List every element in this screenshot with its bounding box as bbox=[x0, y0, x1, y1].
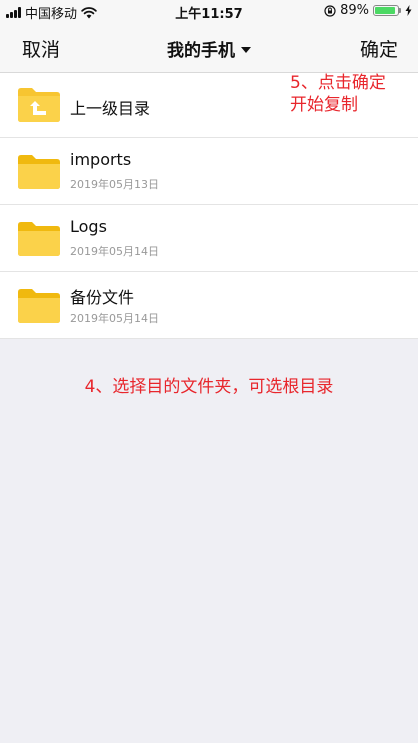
location-dropdown[interactable]: 我的手机 bbox=[167, 36, 251, 61]
status-bar: 中国移动 上午11:57 89% bbox=[0, 0, 418, 22]
file-picker-screen: 中国移动 上午11:57 89% 取消 我的手机 确定 上一级目录 import… bbox=[0, 0, 418, 743]
battery-icon bbox=[373, 5, 401, 16]
status-right: 89% bbox=[324, 3, 412, 18]
nav-title: 我的手机 bbox=[167, 41, 235, 61]
nav-bar: 取消 我的手机 确定 bbox=[0, 22, 418, 73]
folder-date: 2019年05月13日 bbox=[70, 178, 159, 191]
confirm-button[interactable]: 确定 bbox=[360, 35, 398, 62]
parent-directory-label: 上一级目录 bbox=[70, 99, 151, 118]
charging-icon bbox=[405, 5, 412, 16]
step5-line1: 5、点击确定 bbox=[290, 73, 386, 93]
folder-name: imports bbox=[70, 150, 132, 169]
folder-row[interactable]: 备份文件 2019年05月14日 bbox=[0, 272, 418, 339]
folder-row[interactable]: Logs 2019年05月14日 bbox=[0, 205, 418, 272]
caret-down-icon bbox=[241, 46, 251, 53]
folder-up-icon bbox=[18, 88, 60, 122]
step5-annotation: 5、点击确定 开始复制 bbox=[290, 72, 408, 116]
folder-icon bbox=[18, 289, 60, 323]
folder-row[interactable]: imports 2019年05月13日 bbox=[0, 138, 418, 205]
folder-date: 2019年05月14日 bbox=[70, 312, 159, 325]
nav-title-wrapper: 我的手机 bbox=[0, 36, 418, 61]
battery-fill bbox=[375, 7, 395, 14]
folder-icon bbox=[18, 222, 60, 256]
folder-name: Logs bbox=[70, 217, 107, 236]
folder-icon bbox=[18, 155, 60, 189]
orientation-lock-icon bbox=[324, 4, 336, 17]
battery-percent: 89% bbox=[340, 3, 369, 18]
folder-date: 2019年05月14日 bbox=[70, 245, 159, 258]
folder-name: 备份文件 bbox=[70, 288, 135, 307]
step4-annotation: 4、选择目的文件夹，可选根目录 bbox=[84, 377, 334, 397]
step5-line2: 开始复制 bbox=[290, 95, 358, 115]
